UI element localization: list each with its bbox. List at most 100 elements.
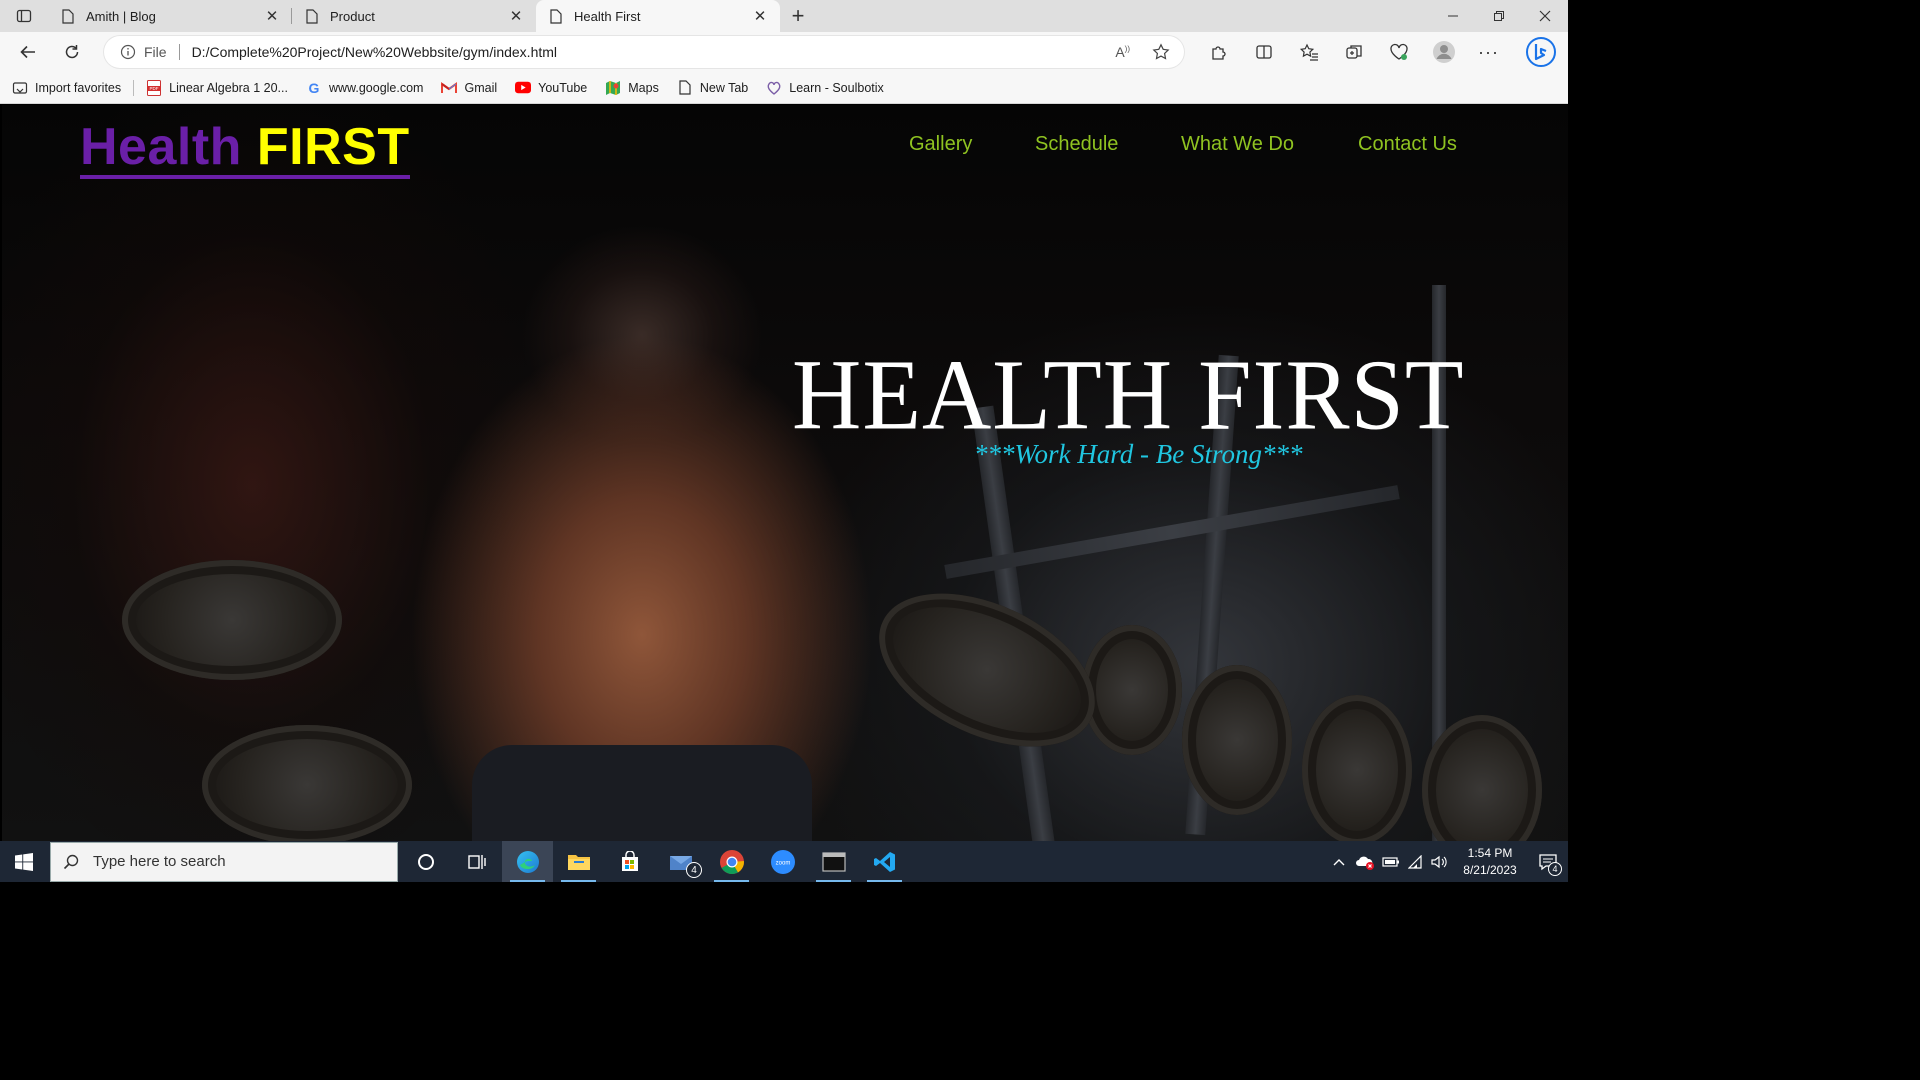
taskbar-clock[interactable]: 1:54 PM 8/21/2023 xyxy=(1452,841,1528,882)
divider xyxy=(133,79,135,96)
profile-button[interactable] xyxy=(1421,32,1466,72)
action-center-button[interactable]: 4 xyxy=(1528,841,1568,882)
settings-more-button[interactable]: ··· xyxy=(1466,32,1511,72)
page-icon xyxy=(304,8,320,24)
bing-copilot-button[interactable] xyxy=(1511,32,1571,72)
volume-icon xyxy=(1431,855,1447,868)
taskbar-chrome[interactable] xyxy=(706,841,757,882)
favorite-google[interactable]: G www.google.com xyxy=(306,80,424,96)
tray-wifi[interactable] xyxy=(1404,841,1428,882)
dumbbell-left-decoration xyxy=(122,560,342,680)
tab-product[interactable]: Product ✕ xyxy=(292,0,536,32)
address-bar[interactable]: File D:/Complete%20Project/New%20Webbsit… xyxy=(104,36,1184,68)
tray-volume[interactable] xyxy=(1428,841,1452,882)
dumbbell-lower-decoration xyxy=(202,725,412,841)
close-icon[interactable]: ✕ xyxy=(752,8,768,25)
battery-icon xyxy=(1382,856,1399,867)
favorite-star-icon[interactable] xyxy=(1152,43,1170,61)
gmail-icon xyxy=(441,80,458,96)
browser-toolbar: File D:/Complete%20Project/New%20Webbsit… xyxy=(0,32,1568,72)
hero-tagline: ***Work Hard - Be Strong*** xyxy=(974,439,1303,469)
taskbar-vscode[interactable] xyxy=(859,841,910,882)
web-page-viewport: Health FIRST Gallery Schedule What We Do… xyxy=(2,105,1568,841)
chevron-up-icon xyxy=(1333,858,1345,865)
split-screen-icon xyxy=(1255,45,1272,59)
favorite-linear-algebra[interactable]: PDF Linear Algebra 1 20... xyxy=(146,79,288,96)
favorite-gmail[interactable]: Gmail xyxy=(441,80,497,96)
favorite-youtube[interactable]: YouTube xyxy=(515,80,587,96)
refresh-button[interactable] xyxy=(50,32,94,72)
favorite-maps[interactable]: Maps xyxy=(605,80,659,96)
favorite-import[interactable]: Import favorites xyxy=(12,80,121,96)
close-icon[interactable]: ✕ xyxy=(264,8,280,25)
page-icon xyxy=(677,80,693,96)
tab-actions-button[interactable] xyxy=(0,0,48,32)
google-icon: G xyxy=(308,79,320,96)
taskbar-edge[interactable] xyxy=(502,841,553,882)
search-icon xyxy=(63,854,79,869)
tab-amith-blog[interactable]: Amith | Blog ✕ xyxy=(48,0,292,32)
nav-what-we-do-link[interactable]: What We Do xyxy=(1181,133,1294,156)
svg-text:PDF: PDF xyxy=(150,86,159,91)
favorites-button[interactable] xyxy=(1286,32,1331,72)
chrome-icon xyxy=(719,849,744,874)
heart-pulse-icon xyxy=(1389,43,1408,60)
close-window-button[interactable] xyxy=(1522,0,1568,32)
cloud-error-icon xyxy=(1356,856,1374,870)
favorite-soulbotix[interactable]: Learn - Soulbotix xyxy=(766,80,884,96)
back-arrow-icon xyxy=(20,45,35,59)
taskbar-cortana[interactable] xyxy=(400,841,451,882)
windows-logo-icon xyxy=(15,852,33,871)
tray-battery[interactable] xyxy=(1378,841,1404,882)
task-view-icon xyxy=(467,854,486,869)
taskbar-store[interactable] xyxy=(604,841,655,882)
site-info-button[interactable]: File xyxy=(120,44,167,60)
browser-essentials-button[interactable] xyxy=(1376,32,1421,72)
close-icon[interactable]: ✕ xyxy=(508,8,524,25)
taskbar-mail[interactable]: 4 xyxy=(655,841,706,882)
weight-plate-decoration xyxy=(1182,665,1292,815)
import-icon xyxy=(12,80,28,96)
scheme-label: File xyxy=(144,44,167,60)
start-button[interactable] xyxy=(0,841,48,882)
nav-schedule-link[interactable]: Schedule xyxy=(1035,133,1118,156)
taskbar-search-box[interactable]: Type here to search xyxy=(50,841,398,882)
nav-contact-us-link[interactable]: Contact Us xyxy=(1358,133,1457,156)
favorite-new-tab[interactable]: New Tab xyxy=(677,80,748,96)
weight-plate-decoration xyxy=(1082,625,1182,755)
ellipsis-icon: ··· xyxy=(1478,41,1499,62)
favorite-label: YouTube xyxy=(538,80,588,95)
taskbar-task-view[interactable] xyxy=(451,841,502,882)
clock-date: 8/21/2023 xyxy=(1463,862,1517,877)
taskbar-file-explorer[interactable] xyxy=(553,841,604,882)
tab-title: Amith | Blog xyxy=(86,8,156,24)
collections-button[interactable] xyxy=(1331,32,1376,72)
collections-icon xyxy=(1345,45,1362,59)
zoom-icon: zoom xyxy=(770,849,795,874)
pdf-icon: PDF xyxy=(146,79,162,96)
tab-health-first[interactable]: Health First ✕ xyxy=(536,0,780,32)
nav-gallery-link[interactable]: Gallery xyxy=(909,133,972,156)
minimize-icon xyxy=(1448,15,1458,17)
favorite-label: Gmail xyxy=(464,80,498,95)
restore-button[interactable] xyxy=(1476,0,1522,32)
tab-title: Health First xyxy=(574,8,641,24)
new-tab-button[interactable]: + xyxy=(780,0,816,32)
minimize-button[interactable] xyxy=(1430,0,1476,32)
taskbar-terminal[interactable] xyxy=(808,841,859,882)
tray-onedrive[interactable] xyxy=(1352,841,1378,882)
taskbar-zoom[interactable]: zoom xyxy=(757,841,808,882)
refresh-icon xyxy=(65,45,79,59)
edge-icon xyxy=(516,850,539,873)
athlete-shorts-decoration xyxy=(472,745,812,841)
read-aloud-icon[interactable]: A)) xyxy=(1115,44,1130,60)
split-screen-button[interactable] xyxy=(1241,32,1286,72)
page-icon xyxy=(548,8,564,24)
extensions-button[interactable] xyxy=(1196,32,1241,72)
puzzle-icon xyxy=(1211,46,1226,60)
avatar-icon xyxy=(1432,41,1455,63)
tray-show-hidden-icons[interactable] xyxy=(1326,841,1352,882)
back-button[interactable] xyxy=(6,32,50,72)
dumbbell-right-decoration xyxy=(855,562,1119,778)
url-text[interactable]: D:/Complete%20Project/New%20Webbsite/gym… xyxy=(192,44,557,60)
